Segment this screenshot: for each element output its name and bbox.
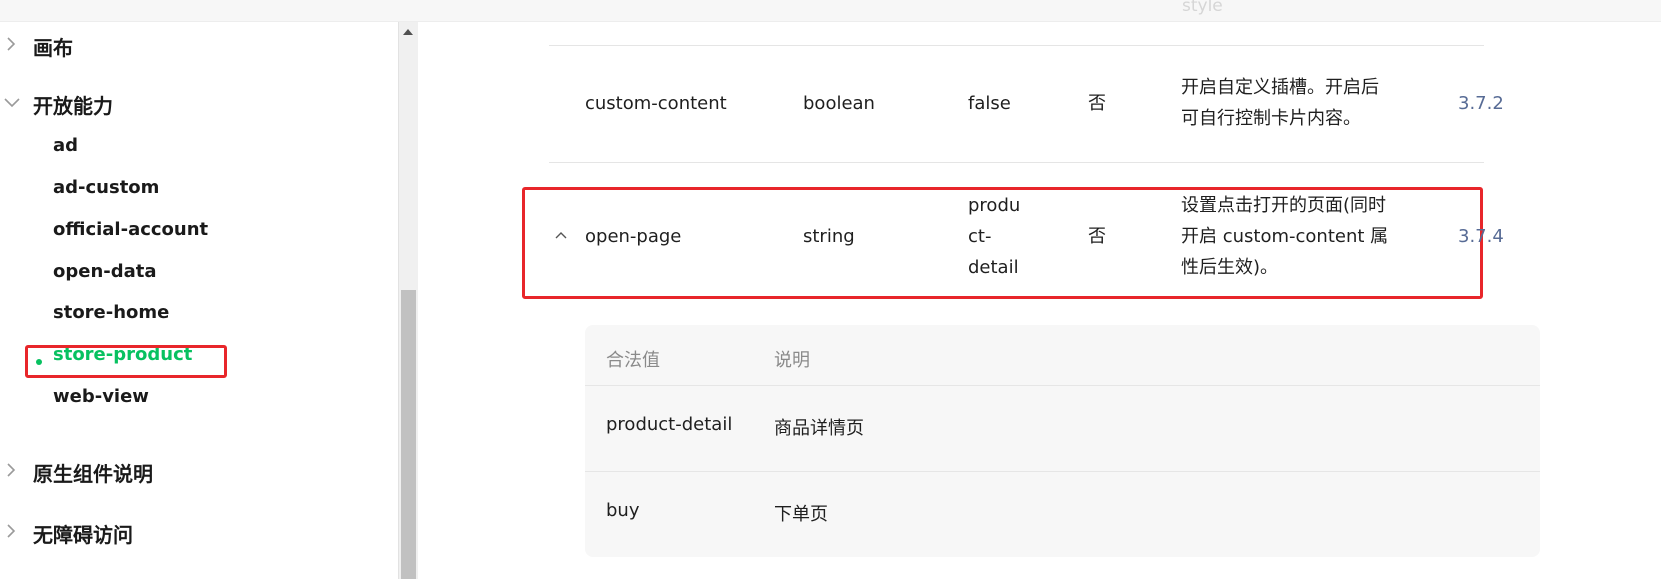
sidebar-item-web-view[interactable]: web-view — [53, 386, 149, 407]
attr-type-cell: string — [803, 226, 855, 247]
description-line: 可自行控制卡片内容。 — [1181, 108, 1361, 129]
chevron-right-icon — [7, 463, 16, 477]
subtable-value-cell: buy — [606, 500, 640, 521]
sidebar-section-label: 无障碍访问 — [33, 523, 133, 547]
sidebar-item-store-home[interactable]: store-home — [53, 302, 169, 323]
attr-description-cell: 开启自定义插槽。开启后 可自行控制卡片内容。 — [1181, 72, 1379, 134]
default-line: ct- — [968, 226, 992, 247]
default-line: produ — [968, 195, 1021, 216]
subtable-divider — [585, 385, 1540, 386]
description-line: 设置点击打开的页面(同时 — [1181, 195, 1387, 216]
subtable-divider — [585, 471, 1540, 472]
active-item-highlight — [25, 345, 227, 378]
row-divider — [549, 162, 1484, 163]
subtable-description-cell: 下单页 — [774, 504, 828, 525]
sidebar-item-open-data[interactable]: open-data — [53, 261, 157, 282]
chevron-up-icon[interactable] — [553, 227, 569, 243]
attr-description-cell: 设置点击打开的页面(同时 开启 custom-content 属 性后生效)。 — [1181, 190, 1388, 283]
description-line: 开启自定义插槽。开启后 — [1181, 77, 1379, 98]
attr-name-cell: open-page — [585, 226, 682, 247]
sidebar-section-label: 原生组件说明 — [33, 462, 153, 486]
attr-required-cell: 否 — [1088, 93, 1106, 114]
sidebar-section-native-components[interactable]: 原生组件说明 — [7, 458, 153, 487]
default-line: detail — [968, 257, 1019, 278]
sidebar-item-ad[interactable]: ad — [53, 135, 78, 156]
row-divider — [549, 45, 1484, 46]
scrollbar-thumb[interactable] — [401, 290, 416, 579]
sidebar-nav: 画布 开放能力 ad ad-custom official-account op… — [0, 22, 398, 579]
main-content: custom-content boolean false 否 开启自定义插槽。开… — [418, 22, 1661, 579]
attr-version-cell: 3.7.2 — [1458, 93, 1504, 114]
scroll-up-arrow-icon[interactable] — [403, 29, 413, 35]
sidebar-scrollbar[interactable] — [398, 22, 418, 579]
faded-header-text: style — [1182, 0, 1223, 16]
sidebar-item-ad-custom[interactable]: ad-custom — [53, 177, 159, 198]
subtable-value-cell: product-detail — [606, 414, 733, 435]
sidebar-section-canvas[interactable]: 画布 — [7, 32, 73, 61]
description-line: 开启 custom-content 属 — [1181, 226, 1389, 247]
attr-name-cell: custom-content — [585, 93, 727, 114]
attr-default-cell: produ ct- detail — [968, 190, 1020, 283]
allowed-values-table: 合法值 说明 product-detail 商品详情页 buy 下单页 — [585, 325, 1540, 557]
attr-required-cell: 否 — [1088, 226, 1106, 247]
sidebar-section-accessibility[interactable]: 无障碍访问 — [7, 519, 133, 548]
subtable-description-cell: 商品详情页 — [774, 418, 864, 439]
attr-version-cell: 3.7.4 — [1458, 226, 1504, 247]
attr-default-cell: false — [968, 93, 1011, 114]
sidebar-item-official-account[interactable]: official-account — [53, 219, 208, 240]
attr-type-cell: boolean — [803, 93, 875, 114]
sidebar-section-label: 画布 — [33, 36, 73, 60]
sidebar-section-open-capabilities[interactable]: 开放能力 — [4, 90, 113, 119]
top-strip: style — [0, 0, 1661, 22]
chevron-right-icon — [7, 524, 16, 538]
subtable-header-value: 合法值 — [606, 350, 660, 371]
description-line: 性后生效)。 — [1181, 257, 1279, 278]
chevron-down-icon — [4, 98, 20, 108]
sidebar-section-label: 开放能力 — [33, 94, 113, 118]
subtable-header-description: 说明 — [774, 350, 810, 371]
chevron-right-icon — [7, 37, 16, 51]
